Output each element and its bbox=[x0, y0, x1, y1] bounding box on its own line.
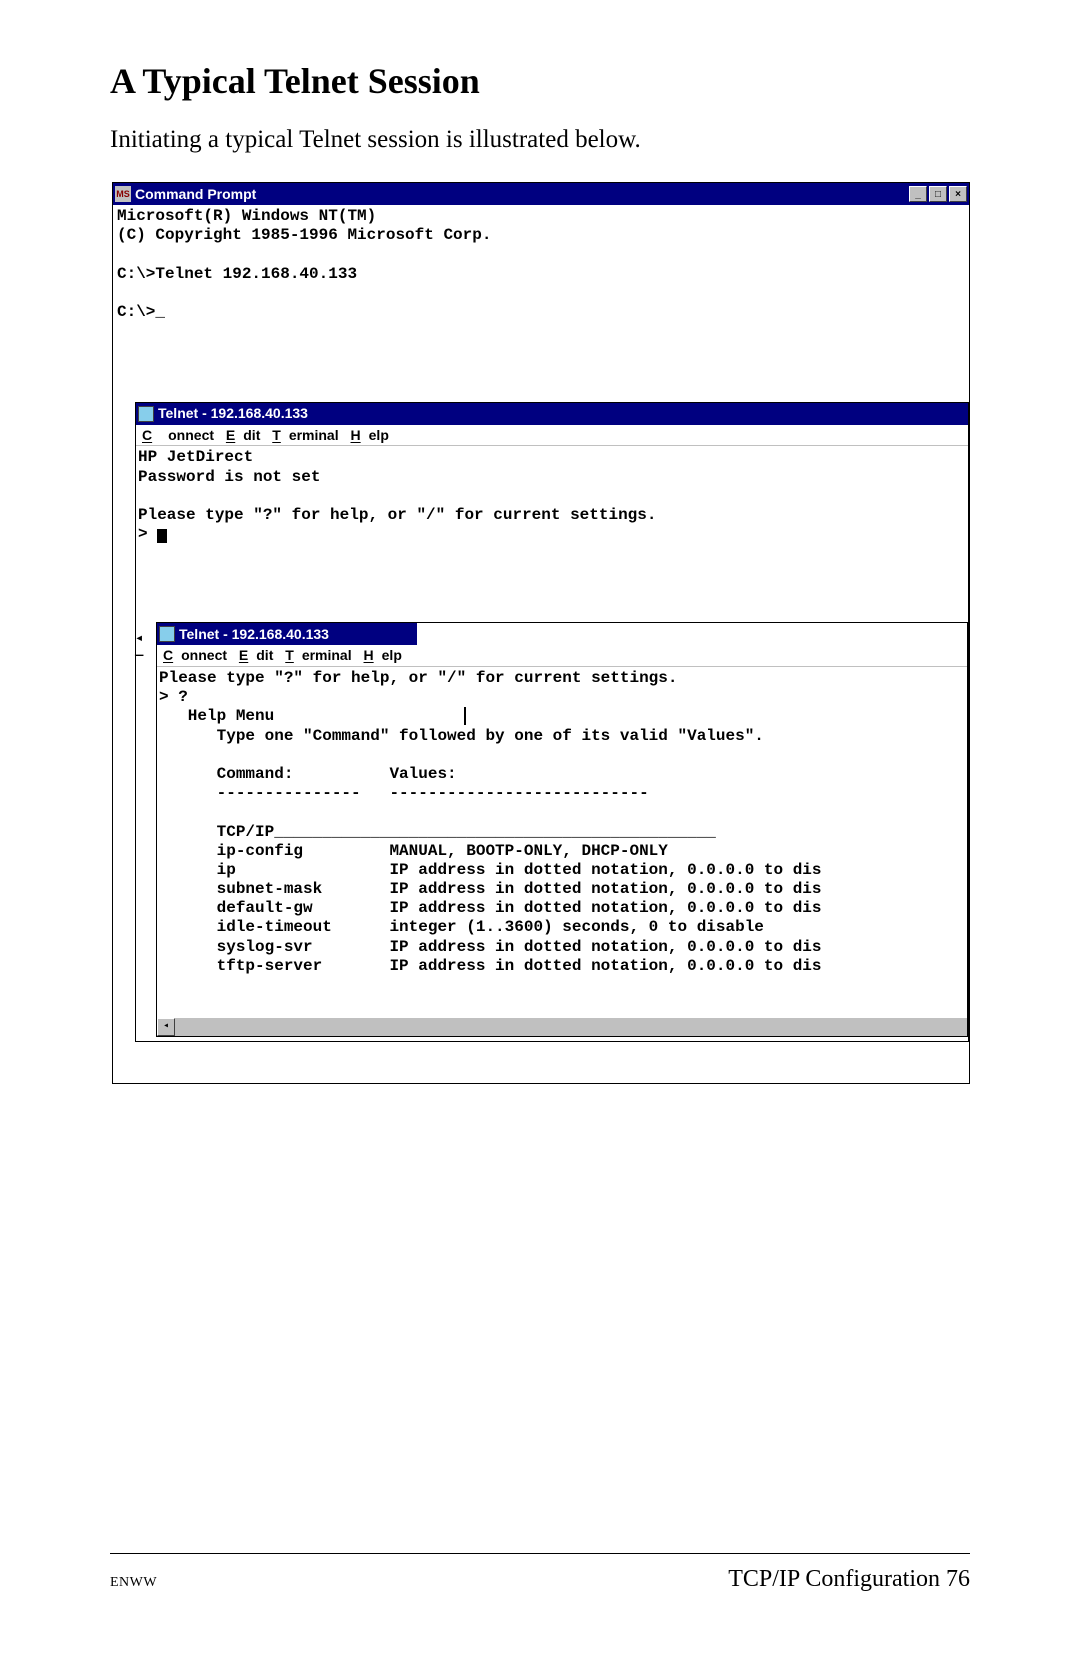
menu-connect[interactable]: Connect bbox=[163, 647, 227, 663]
telnet1-body: HP JetDirect Password is not set Please … bbox=[136, 446, 968, 1041]
telnet2-body: Please type "?" for help, or "/" for cur… bbox=[157, 667, 967, 1037]
minimize-button[interactable]: _ bbox=[909, 186, 927, 202]
command-prompt-window: MS Command Prompt _ □ × ▴ Microsoft(R) W… bbox=[112, 182, 970, 1084]
footer-right: TCP/IP Configuration 76 bbox=[728, 1566, 970, 1593]
scroll-left-deco-icon: ◂— bbox=[135, 631, 143, 665]
menu-terminal[interactable]: Terminal bbox=[285, 647, 351, 663]
telnet1-text: HP JetDirect Password is not set Please … bbox=[138, 448, 656, 543]
telnet-icon bbox=[159, 626, 175, 642]
telnet2-text-b: Type one "Command" followed by one of it… bbox=[159, 727, 822, 975]
menu-connect[interactable]: Connect bbox=[142, 427, 214, 443]
menu-help[interactable]: Help bbox=[351, 427, 389, 443]
telnet-window-1: Telnet - 192.168.40.133 Connect Edit Ter… bbox=[135, 402, 969, 1043]
cmd-output: Microsoft(R) Windows NT(TM) (C) Copyrigh… bbox=[113, 205, 969, 1083]
cmd-titlebar: MS Command Prompt _ □ × bbox=[113, 183, 969, 205]
page-footer: ENWW TCP/IP Configuration 76 bbox=[110, 1553, 970, 1593]
intro-paragraph: Initiating a typical Telnet session is i… bbox=[110, 126, 970, 154]
footer-left: ENWW bbox=[110, 1575, 157, 1591]
cmd-title-text: Command Prompt bbox=[135, 186, 907, 202]
cursor-icon bbox=[157, 529, 167, 543]
menu-help[interactable]: Help bbox=[364, 647, 402, 663]
telnet1-title: Telnet - 192.168.40.133 bbox=[158, 405, 966, 422]
telnet1-menubar: Connect Edit Terminal Help bbox=[136, 425, 968, 447]
page-heading: A Typical Telnet Session bbox=[110, 60, 970, 102]
telnet2-titlebar: Telnet - 192.168.40.133 bbox=[157, 623, 417, 645]
telnet1-titlebar: Telnet - 192.168.40.133 bbox=[136, 403, 968, 425]
telnet2-title: Telnet - 192.168.40.133 bbox=[179, 626, 415, 643]
close-button[interactable]: × bbox=[949, 186, 967, 202]
text-cursor-icon bbox=[464, 707, 466, 725]
telnet2-text-a: Please type "?" for help, or "/" for cur… bbox=[159, 669, 677, 726]
msdos-icon: MS bbox=[115, 186, 131, 202]
cmd-text: Microsoft(R) Windows NT(TM) (C) Copyrigh… bbox=[117, 207, 491, 321]
telnet-icon bbox=[138, 406, 154, 422]
scroll-left-icon[interactable]: ◂ bbox=[157, 1018, 175, 1036]
menu-edit[interactable]: Edit bbox=[226, 427, 260, 443]
telnet2-menubar: Connect Edit Terminal Help bbox=[157, 645, 967, 667]
maximize-button[interactable]: □ bbox=[929, 186, 947, 202]
horizontal-scrollbar[interactable]: ◂ bbox=[157, 1018, 967, 1036]
menu-edit[interactable]: Edit bbox=[239, 647, 273, 663]
telnet-window-2: Telnet - 192.168.40.133 Connect Edit Ter… bbox=[156, 622, 968, 1037]
menu-terminal[interactable]: Terminal bbox=[272, 427, 338, 443]
